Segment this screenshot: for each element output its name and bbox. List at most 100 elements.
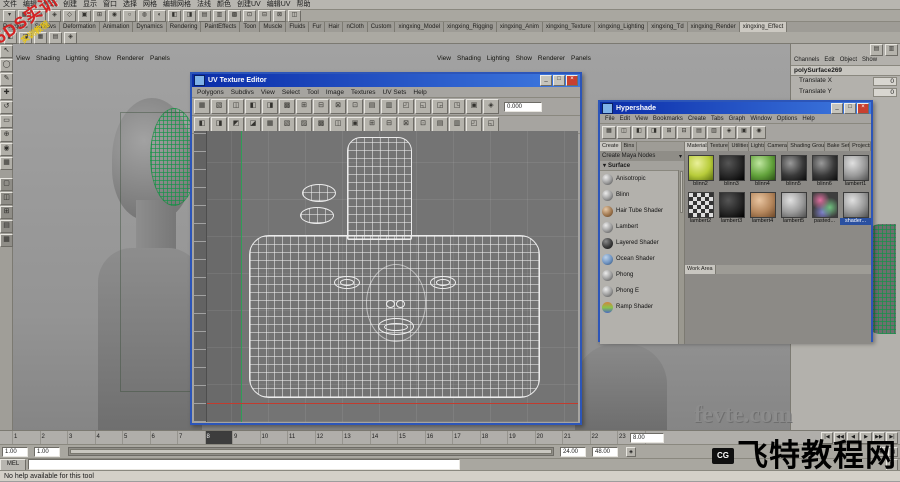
frame-tick[interactable]: 9 [232,431,260,445]
status-icon[interactable]: ▤ [198,9,211,22]
shelf-tab[interactable]: xingxing_Effect [739,22,788,32]
uv-shell-small-1[interactable] [302,184,336,202]
shelf-tab[interactable]: xingxing_Rigging [444,22,497,32]
layout-button[interactable]: ⊞ [0,206,13,219]
animation-end-field[interactable]: 48.00 [592,447,618,457]
shelf-tab[interactable]: Fur [309,22,326,32]
status-icon[interactable]: ◧ [168,9,181,22]
uv-toolbar-icon[interactable]: ◰ [466,117,482,132]
tool-button[interactable]: ▭ [0,115,13,128]
shader-node-item[interactable]: Anisotropic [600,171,684,187]
material-swatch[interactable] [718,155,745,181]
hypershade-menu-item[interactable]: Graph [729,116,746,122]
material-swatch-cell[interactable]: lambert4 [747,192,778,225]
material-swatch-cell[interactable]: blinn2 [685,155,716,188]
playback-end-field[interactable]: 24.00 [560,447,586,457]
uv-toolbar-icon[interactable]: ▣ [347,117,363,132]
menu-item[interactable]: 选择 [120,0,140,10]
frame-tick[interactable]: 7 [177,431,205,445]
hypershade-menu-item[interactable]: Create [688,116,706,122]
panel-menu-item[interactable]: Shading [36,55,60,62]
playback-start-field[interactable]: 1.00 [34,447,60,457]
material-swatch-cell[interactable]: lambert3 [716,192,747,225]
panel-menu-item[interactable]: Panels [150,55,170,62]
menu-item[interactable]: 创建UV [234,0,264,10]
tool-button[interactable]: ◉ [0,143,13,156]
material-swatch[interactable] [749,155,776,181]
panel-menu-item[interactable]: Lighting [66,55,89,62]
uv-toolbar-icon[interactable]: ▩ [279,99,295,114]
material-swatch[interactable] [718,192,745,218]
shelf-tab[interactable]: Dynamics [133,22,167,32]
layer-editor-toggle-icon[interactable]: ▥ [885,43,898,56]
uv-toolbar-icon[interactable]: ▣ [466,99,482,114]
hypershade-toolbar-icon[interactable]: ⊞ [662,126,676,139]
shelf-tab[interactable]: xingxing_Anim [497,22,543,32]
material-swatch-cell[interactable]: blinn4 [747,155,778,188]
swatch-panel-tab[interactable]: Utilities [729,142,749,151]
frame-tick[interactable]: 6 [149,431,178,445]
uv-toolbar-icon[interactable]: ▦ [262,117,278,132]
frame-tick[interactable]: 19 [507,431,535,445]
material-swatch[interactable] [780,192,807,218]
uv-editor-menu-item[interactable]: Subdivs [231,89,254,96]
range-slider-track[interactable] [68,447,554,456]
shelf-tab[interactable]: nCloth [343,22,368,32]
panel-menu-item[interactable]: Renderer [538,55,565,62]
hypershade-menu-item[interactable]: Options [777,116,798,122]
status-icon[interactable]: ◐ [153,9,166,22]
swatch-panel-tab[interactable]: Bake Sets [825,142,851,151]
shelf-tab[interactable]: Deformation [60,22,100,32]
panel-menu-item[interactable]: Show [516,55,532,62]
shelf-tab[interactable]: xingxing_Lighting [595,22,649,32]
uv-editor-menu-item[interactable]: Help [413,89,426,96]
menu-item[interactable]: 编辑网格 [160,0,194,10]
shelf-tab[interactable]: Fluids [286,22,310,32]
channel-attribute-value[interactable]: 0 [873,88,897,97]
frame-tick[interactable]: 21 [562,431,590,445]
uv-canvas[interactable] [194,131,578,422]
status-icon[interactable]: ◫ [288,9,301,22]
material-swatch-cell[interactable]: lambert5 [778,192,809,225]
create-list-scrollbar[interactable] [678,170,684,344]
create-panel-tab[interactable]: Bins [622,142,638,151]
uv-toolbar-icon[interactable]: ◲ [432,99,448,114]
tool-button[interactable]: ↺ [0,101,13,114]
uv-toolbar-icon[interactable]: ◳ [449,99,465,114]
uv-toolbar-icon[interactable]: ▦ [194,99,210,114]
command-input[interactable] [28,459,460,470]
uv-shell-column[interactable] [347,137,412,240]
shader-node-item[interactable]: Ocean Shader [600,251,684,267]
material-swatch[interactable] [811,155,838,181]
layout-button[interactable]: ▦ [0,234,13,247]
hypershade-toolbar-icon[interactable]: ◧ [632,126,646,139]
hypershade-toolbar-icon[interactable]: ▥ [707,126,721,139]
menu-item[interactable]: 窗口 [100,0,120,10]
material-swatch-cell[interactable]: lambert2 [685,192,716,225]
hypershade-toolbar-icon[interactable]: ◫ [617,126,631,139]
surface-section-header[interactable]: ▾ Surface [600,161,684,171]
uv-toolbar-icon[interactable]: ◨ [262,99,278,114]
uv-shell-small-2[interactable] [300,207,334,224]
channel-box-toggle-icon[interactable]: ▤ [870,43,883,56]
shelf-tab[interactable]: xingxing_Render [688,22,740,32]
shader-node-item[interactable]: Ramp Shader [600,299,684,315]
channel-box-menu-item[interactable]: Object [840,57,857,63]
material-swatch[interactable] [842,192,869,218]
panel-menu-item[interactable]: Lighting [487,55,510,62]
frame-tick[interactable]: 8 [204,431,232,445]
uv-toolbar-icon[interactable]: ▤ [432,117,448,132]
uv-toolbar-icon[interactable]: ▥ [449,117,465,132]
close-button[interactable]: × [566,75,578,86]
swatch-panel-tab[interactable]: Lights [749,142,766,151]
material-swatch[interactable] [780,155,807,181]
uv-toolbar-icon[interactable]: ◫ [330,117,346,132]
minimize-button[interactable]: _ [831,102,843,114]
create-nodes-dropdown[interactable]: Create Maya Nodes ▾ [600,151,684,161]
layout-button[interactable]: ▢ [0,178,13,191]
uv-toolbar-icon[interactable]: ◧ [245,99,261,114]
hypershade-toolbar-icon[interactable]: ◉ [752,126,766,139]
work-area-tab[interactable]: Work Area [685,265,716,274]
frame-tick[interactable]: 13 [342,431,370,445]
status-icon[interactable]: ▩ [228,9,241,22]
